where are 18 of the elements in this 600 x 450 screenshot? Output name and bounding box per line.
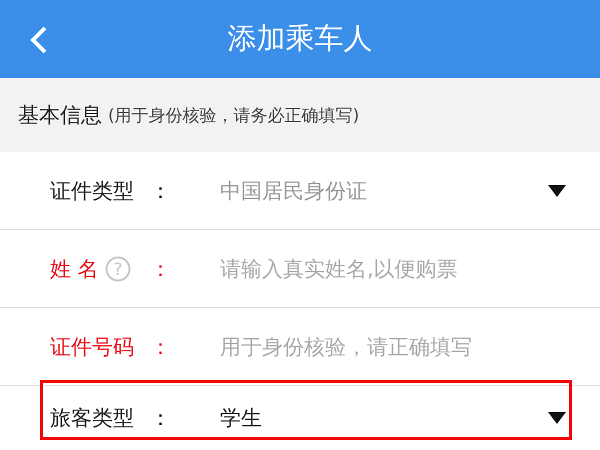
select-value[interactable]: 学生 — [220, 404, 548, 432]
colon: ： — [150, 405, 172, 432]
colon: ： — [150, 334, 172, 360]
field-label: 证件类型 — [50, 178, 134, 204]
field-label: 旅客类型 — [50, 405, 134, 432]
colon: ： — [150, 178, 172, 204]
page-title: 添加乘车人 — [228, 20, 372, 57]
input-field[interactable]: 用于身份核验，请正确填写 — [220, 334, 566, 358]
select-value[interactable]: 中国居民身份证 — [220, 176, 548, 204]
colon: ： — [150, 256, 172, 282]
section-title: 基本信息 — [18, 102, 102, 129]
field-label: 证件号码 — [50, 334, 134, 360]
dropdown-icon[interactable] — [548, 412, 566, 424]
dropdown-icon[interactable] — [548, 184, 566, 196]
field-label: 姓 名 — [50, 256, 99, 282]
help-icon[interactable]: ? — [104, 256, 131, 282]
input-field[interactable]: 请输入真实姓名,以便购票 — [220, 256, 566, 280]
section-note: (用于身份核验，请务必正确填写) — [108, 104, 360, 126]
